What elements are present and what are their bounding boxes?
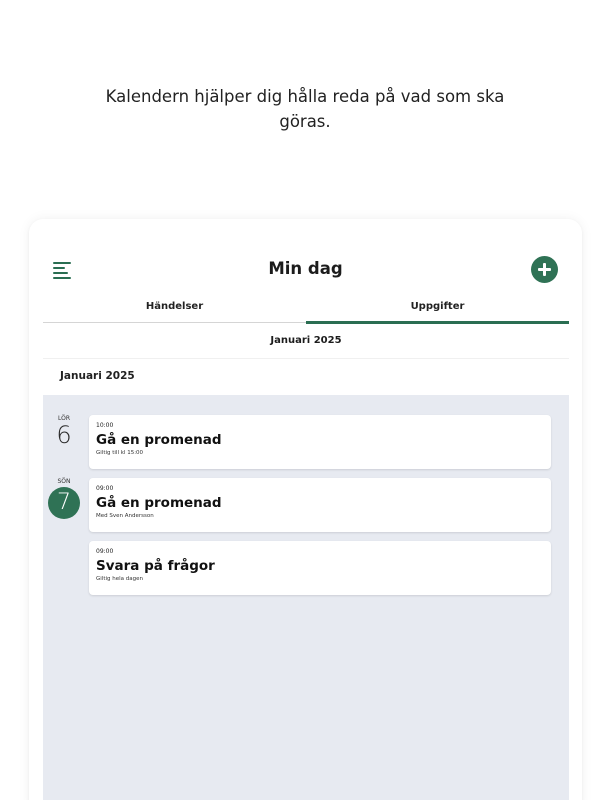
event-time: 09:00 xyxy=(96,485,114,492)
day-weekday: SÖN xyxy=(57,478,71,485)
tab-uppgifter[interactable]: Uppgifter xyxy=(306,295,569,324)
list-item[interactable]: 09:00 Gå en promenad Med Sven Andersson xyxy=(89,478,551,532)
event-subtitle: Giltig hela dagen xyxy=(96,576,143,582)
list-item[interactable]: 09:00 Svara på frågor Giltig hela dagen xyxy=(89,541,551,595)
add-icon[interactable] xyxy=(531,256,558,283)
day-header-6: LÖR 6 xyxy=(47,415,81,448)
day-number-today: 7 xyxy=(48,487,80,519)
event-subtitle: Med Sven Andersson xyxy=(96,513,154,519)
event-title: Gå en promenad xyxy=(96,495,222,511)
day-header-7: SÖN 7 xyxy=(47,478,81,519)
intro-text: Kalendern hjälper dig hålla reda på vad … xyxy=(105,87,505,131)
task-list: LÖR 6 10:00 Gå en promenad Giltig till k… xyxy=(43,395,569,800)
month-selector[interactable]: Januari 2025 xyxy=(43,323,569,359)
list-item[interactable]: 10:00 Gå en promenad Giltig till kl 15:0… xyxy=(89,415,551,469)
event-subtitle: Giltig till kl 15:00 xyxy=(96,450,144,456)
event-title: Svara på frågor xyxy=(96,558,215,574)
calendar-card: Min dag Händelser Uppgifter Januari 2025… xyxy=(29,219,582,800)
tab-handelser[interactable]: Händelser xyxy=(43,295,306,322)
page-title: Min dag xyxy=(268,259,343,278)
section-month-label: Januari 2025 xyxy=(60,370,135,382)
event-time: 09:00 xyxy=(96,548,114,555)
event-title: Gå en promenad xyxy=(96,432,222,448)
day-number: 6 xyxy=(56,421,72,449)
tab-bar: Händelser Uppgifter xyxy=(43,295,569,324)
event-time: 10:00 xyxy=(96,422,114,429)
